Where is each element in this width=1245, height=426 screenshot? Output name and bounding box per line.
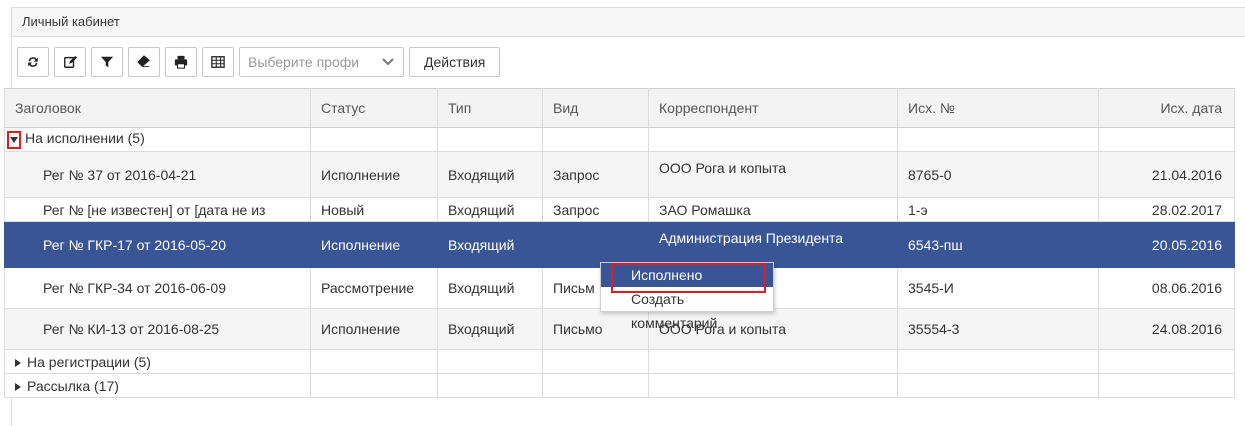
cell-out-date: 20.05.2016 [1098,221,1235,268]
cell-title: Рег № ГКР-17 от 2016-05-20 [4,221,311,268]
toolbar: Действия [17,45,501,79]
cell-out-number: 8765-0 [897,151,1099,198]
cell-out-number: 3545-И [897,267,1099,309]
print-icon [174,55,188,69]
cell-type: Входящий [437,308,543,350]
caret-right-icon[interactable] [15,358,21,367]
group-row-in-execution[interactable]: На исполнении (5) [4,127,1235,152]
documents-table: Заголовок Статус Тип Вид Корреспондент И… [4,88,1235,398]
table-view-button[interactable] [202,47,234,77]
filter-icon [100,56,114,68]
cell-title: Рег № [не известен] от [дата не из [4,197,311,222]
menu-item-create-comment[interactable]: Создать комментарий [601,287,773,331]
cell-correspondent: ООО Рога и копыта [648,151,898,198]
cell-out-date: 28.02.2017 [1098,197,1235,222]
table-row[interactable]: Рег № 37 от 2016-04-21 Исполнение Входящ… [4,151,1235,198]
table-icon [211,56,225,68]
cell-correspondent: ЗАО Ромашка [648,197,898,222]
group-label: Рассылка (17) [27,377,119,394]
cell-out-number: 1-э [897,197,1099,222]
expand-toggle[interactable] [7,130,21,149]
cell-status: Исполнение [310,221,438,268]
cell-status: Исполнение [310,308,438,350]
cell-type: Входящий [437,221,543,268]
column-header-title[interactable]: Заголовок [4,88,311,128]
chevron-down-icon[interactable] [373,48,403,76]
cell-kind [542,221,649,268]
filter-button[interactable] [91,47,123,77]
cell-out-date: 08.06.2016 [1098,267,1235,309]
print-button[interactable] [165,47,197,77]
table-row[interactable]: Рег № КИ-13 от 2016-08-25 Исполнение Вхо… [4,308,1235,350]
column-header-correspondent[interactable]: Корреспондент [648,88,898,128]
cell-correspondent: Администрация Президента [648,221,898,268]
cell-out-date: 21.04.2016 [1098,151,1235,198]
cell-status: Новый [310,197,438,222]
cell-out-date: 24.08.2016 [1098,308,1235,350]
cell-title: Рег № КИ-13 от 2016-08-25 [4,308,311,350]
refresh-button[interactable] [17,47,49,77]
cell-title: Рег № 37 от 2016-04-21 [4,151,311,198]
column-header-out-number[interactable]: Исх. № [897,88,1099,128]
cell-kind: Запрос [542,197,649,222]
group-row-mailing[interactable]: Рассылка (17) [4,373,1235,398]
cell-kind: Запрос [542,151,649,198]
table-row-selected[interactable]: Рег № ГКР-17 от 2016-05-20 Исполнение Вх… [4,221,1235,268]
cell-out-number: 35554-3 [897,308,1099,350]
eraser-icon [137,55,150,67]
cell-type: Входящий [437,197,543,222]
cell-status: Рассмотрение [310,267,438,309]
panel-title: Личный кабинет [12,8,1245,37]
column-header-out-date[interactable]: Исх. дата [1098,88,1235,128]
cell-type: Входящий [437,267,543,309]
edit-button[interactable] [54,47,86,77]
caret-down-icon [10,136,18,143]
menu-item-executed[interactable]: Исполнено [601,263,773,287]
edit-icon [64,55,77,68]
table-row[interactable]: Рег № [не известен] от [дата не из Новый… [4,197,1235,222]
table-header-row: Заголовок Статус Тип Вид Корреспондент И… [4,88,1235,128]
column-header-type[interactable]: Тип [437,88,543,128]
column-header-status[interactable]: Статус [310,88,438,128]
cell-out-number: 6543-пш [897,221,1099,268]
eraser-button[interactable] [128,47,160,77]
group-label: На регистрации (5) [27,353,151,370]
group-label: На исполнении (5) [25,130,145,147]
cell-title: Рег № ГКР-34 от 2016-06-09 [4,267,311,309]
cell-type: Входящий [437,151,543,198]
actions-button[interactable]: Действия [409,47,501,77]
context-menu: Исполнено Создать комментарий [600,262,774,331]
group-row-registration[interactable]: На регистрации (5) [4,349,1235,374]
profile-input[interactable] [240,53,373,71]
caret-right-icon[interactable] [15,382,21,391]
column-header-kind[interactable]: Вид [542,88,649,128]
refresh-icon [28,57,38,67]
cell-status: Исполнение [310,151,438,198]
profile-select[interactable] [239,47,404,77]
